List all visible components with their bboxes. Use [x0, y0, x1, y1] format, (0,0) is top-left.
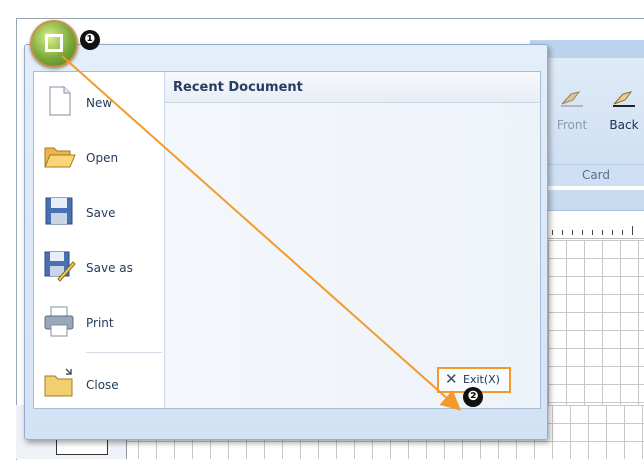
callout-arrow	[61, 55, 461, 411]
